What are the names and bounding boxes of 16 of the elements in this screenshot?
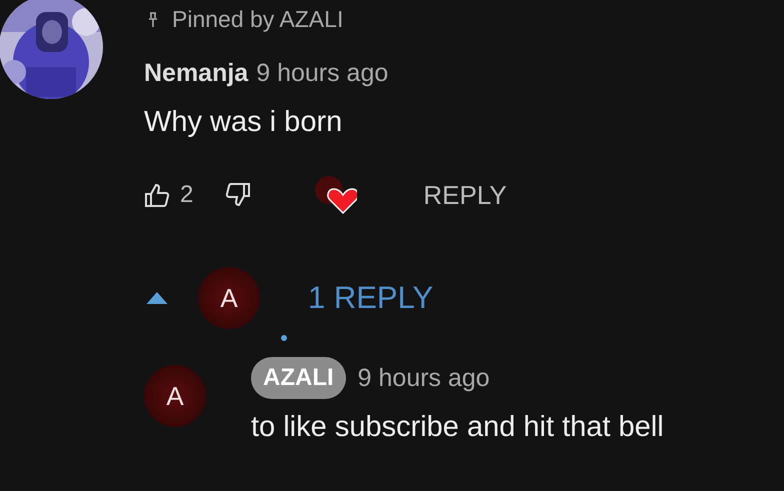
pinned-label: Pinned by AZALI bbox=[172, 6, 344, 33]
reply-button[interactable]: REPLY bbox=[417, 176, 513, 214]
dislike-icon[interactable] bbox=[225, 182, 252, 208]
pin-icon bbox=[148, 12, 158, 28]
new-indicator-dot bbox=[281, 335, 287, 341]
comment-author[interactable]: Nemanja bbox=[144, 59, 248, 88]
replies-toggle[interactable]: A 1 REPLY bbox=[144, 267, 434, 329]
reply-text: to like subscribe and hit that bell bbox=[251, 411, 664, 444]
reply-time[interactable]: 9 hours ago bbox=[358, 364, 490, 392]
comment-text: Why was i born bbox=[144, 106, 344, 139]
comment-time[interactable]: 9 hours ago bbox=[256, 59, 388, 88]
reply-avatar: A bbox=[144, 365, 206, 427]
like-count: 2 bbox=[180, 181, 194, 209]
creator-avatar: A bbox=[198, 267, 260, 329]
caret-icon bbox=[144, 292, 170, 304]
like-icon[interactable] bbox=[144, 182, 170, 208]
